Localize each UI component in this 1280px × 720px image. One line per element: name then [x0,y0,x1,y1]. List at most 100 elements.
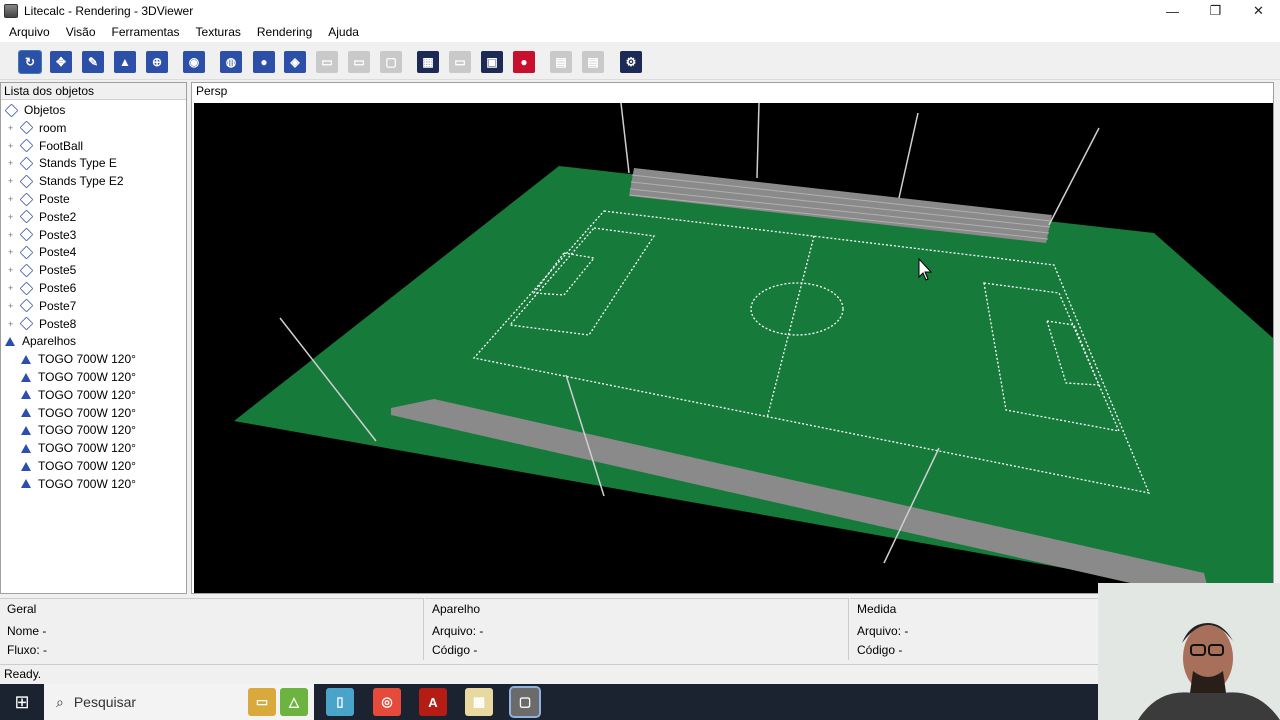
record-button[interactable]: ● [513,51,535,73]
object-cube-icon [19,138,34,153]
tree-item-object[interactable]: + Poste2 [8,208,76,226]
rotate-button[interactable]: ↻ [18,50,42,74]
checker-button[interactable]: ▦ [417,51,439,73]
pencil-icon: ✎ [87,55,99,69]
taskbar-app-notes-icon[interactable]: ▯ [326,688,354,716]
menu-ajuda[interactable]: Ajuda [319,25,366,39]
tree-item-object[interactable]: + Poste5 [8,261,76,279]
tree-item-label: Objetos [24,103,66,117]
scene-render [234,103,1273,593]
minimize-button[interactable]: — [1151,0,1194,22]
tree-item-label: Poste2 [39,209,77,224]
wireframe-sphere-button[interactable]: ◍ [220,51,242,73]
tree-item-label: Poste7 [39,298,77,313]
export-disabled-2-button[interactable]: ▤ [582,51,604,73]
plane-disabled-button[interactable]: ▭ [449,51,471,73]
taskbar-app-flask-icon[interactable]: △ [280,688,308,716]
tree-item-object[interactable]: + FootBall [8,137,83,155]
expand-icon[interactable]: + [8,158,17,168]
fixture-icon [21,390,31,400]
object-cube-icon [19,263,34,278]
tree-item-label: Poste6 [39,281,77,295]
expand-icon[interactable]: + [8,176,17,186]
tree-item-object[interactable]: + Poste8 [8,315,76,333]
expand-icon[interactable]: + [8,212,17,222]
restore-button[interactable]: ❐ [1194,0,1237,22]
taskbar-3dviewer-icon[interactable]: ▢ [509,686,541,718]
tree-item-fixture[interactable]: TOGO 700W 120° [21,368,136,386]
menu-arquivo[interactable]: Arquivo [0,25,57,39]
taskbar-chrome-icon[interactable]: ◎ [373,688,401,716]
fixture-icon [21,461,31,471]
menu-rendering[interactable]: Rendering [248,25,319,39]
screenshot-button[interactable]: ▣ [481,51,503,73]
tree-item-fixture[interactable]: TOGO 700W 120° [21,350,136,368]
camera-button[interactable]: ◉ [183,51,205,73]
render-button[interactable]: ◈ [284,51,306,73]
expand-icon[interactable]: + [8,123,17,133]
expand-icon[interactable]: + [8,194,17,204]
expand-icon[interactable]: + [8,265,17,275]
tree-item-fixture[interactable]: TOGO 700W 120° [21,421,136,439]
export-disabled-1-button[interactable]: ▤ [550,51,572,73]
expand-icon[interactable]: + [8,319,17,329]
menu-ferramentas[interactable]: Ferramentas [103,25,187,39]
menu-visao[interactable]: Visão [57,25,103,39]
taskbar: ⊞ ⌕ Pesquisar [0,684,1280,720]
expand-icon[interactable]: + [8,230,17,240]
tree-item-label: Poste [39,192,70,206]
taskbar-app-folder-icon[interactable]: ▭ [248,688,276,716]
move-button[interactable]: ✥ [50,51,72,73]
geral-fluxo: Fluxo: - [7,643,48,657]
tree-item-object[interactable]: + Poste4 [8,243,76,261]
search-icon: ⌕ [56,693,64,710]
tree-item-object[interactable]: + Stands Type E [8,154,117,172]
tree-item-object[interactable]: + room [8,119,66,137]
tree-root-objetos[interactable]: Objetos [4,101,66,119]
target-button[interactable]: ⊕ [146,51,168,73]
expand-icon[interactable]: + [8,141,17,151]
tree-item-object[interactable]: + Poste3 [8,226,76,244]
solid-sphere-button[interactable]: ● [253,51,275,73]
close-button[interactable]: ✕ [1237,0,1280,22]
settings-button[interactable]: ⚙ [620,51,642,73]
object-cube-icon [19,281,34,295]
view-disabled-3-button[interactable]: ▢ [380,51,402,73]
tree-item-object[interactable]: + Stands Type E2 [8,172,124,190]
screenshot-icon: ▣ [486,55,498,69]
aparelho-title: Aparelho [432,602,484,616]
expand-icon[interactable]: + [8,301,17,311]
view-disabled-1-icon: ▭ [321,55,333,69]
object-list-panel: Lista dos objetos Objetos + room + FootBall +… [0,82,187,594]
tree-item-fixture[interactable]: TOGO 700W 120° [21,439,136,457]
tree-item-object[interactable]: + Poste6 [8,279,76,297]
fixture-icon [21,443,31,453]
view-disabled-2-button[interactable]: ▭ [348,51,370,73]
aparelho-group: Aparelho Arquivo: - Código - [425,598,849,660]
3d-viewport[interactable] [194,103,1273,593]
tree-group-aparelhos[interactable]: Aparelhos [5,332,76,350]
fixture-icon [21,372,31,382]
taskbar-image-viewer-icon[interactable]: ▦ [465,688,493,716]
tree-item-object[interactable]: + Poste7 [8,297,76,315]
expand-icon[interactable]: + [8,247,17,257]
tree-item-fixture[interactable]: TOGO 700W 120° [21,475,136,493]
tree-item-fixture[interactable]: TOGO 700W 120° [21,386,136,404]
terrain-button[interactable]: ▲ [114,51,136,73]
tree-item-fixture[interactable]: TOGO 700W 120° [21,457,136,475]
expand-icon[interactable]: + [8,283,17,293]
tree-item-object[interactable]: + Poste [8,190,70,208]
tree-item-label: Stands Type E2 [39,174,124,189]
tree-item-label: Poste8 [39,316,77,331]
tree-item-label: Poste4 [39,245,77,260]
tree-item-fixture[interactable]: TOGO 700W 120° [21,404,136,422]
object-cube-icon [19,227,34,242]
taskbar-acrobat-icon[interactable]: A [419,688,447,716]
pencil-button[interactable]: ✎ [82,51,104,73]
view-disabled-1-button[interactable]: ▭ [316,51,338,73]
tree-item-label: TOGO 700W 120° [38,423,136,438]
geral-group: Geral Nome - Fluxo: - [0,598,424,660]
windows-start-button[interactable]: ⊞ [0,684,44,720]
fixture-icon [5,336,15,346]
menu-texturas[interactable]: Texturas [187,25,248,39]
